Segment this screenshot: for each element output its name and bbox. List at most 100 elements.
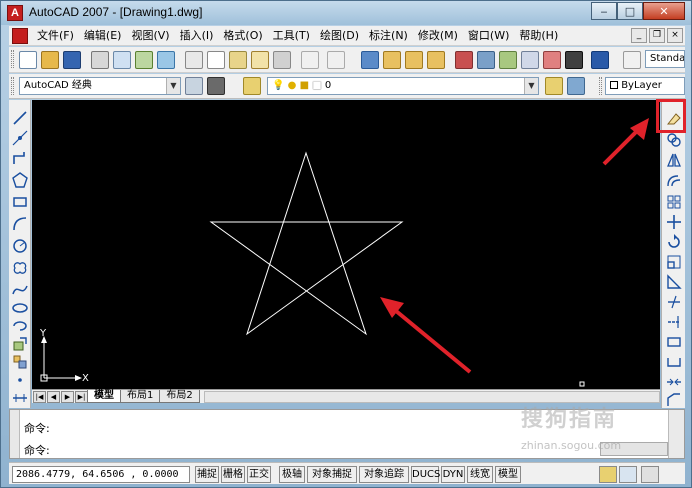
properties-icon[interactable] [455,51,473,69]
menu-edit[interactable]: 编辑(E) [79,27,127,45]
prev-tab-button[interactable]: ◀ [47,390,60,403]
layer-previous-icon[interactable] [567,77,585,95]
tab-layout2[interactable]: 布局2 [159,390,200,403]
snap-toggle[interactable]: 捕捉 [195,466,219,483]
dyn-toggle[interactable]: DYN [441,466,465,483]
model-toggle[interactable]: 模型 [495,466,521,483]
toolbar-grip[interactable] [11,77,14,95]
polyline-icon[interactable] [12,150,28,166]
maximize-button[interactable]: □ [617,2,643,20]
first-tab-button[interactable]: |◀ [33,390,46,403]
hatch-icon[interactable] [12,390,28,406]
point-icon[interactable] [12,372,28,388]
toolbar-grip[interactable] [11,50,14,68]
make-current-layer-icon[interactable] [545,77,563,95]
circle-icon[interactable] [12,238,28,254]
mdi-close-button[interactable]: × [667,28,683,43]
menu-dimension[interactable]: 标注(N) [364,27,413,45]
workspace-select[interactable]: AutoCAD 经典 ▼ [19,77,181,95]
polar-toggle[interactable]: 极轴 [279,466,305,483]
command-prompt[interactable]: 命令: [24,442,50,458]
mdi-minimize-button[interactable]: _ [631,28,647,43]
revision-cloud-icon[interactable] [12,260,28,276]
command-scrollbar-vertical[interactable] [668,410,684,458]
markup-icon[interactable] [543,51,561,69]
make-block-icon[interactable] [12,354,28,370]
menu-modify[interactable]: 修改(M) [413,27,463,45]
layer-select[interactable]: 💡 ● ■ ■ 0 ▼ [267,77,539,95]
tool-palettes-icon[interactable] [499,51,517,69]
drawing-canvas[interactable]: Y X [32,100,660,389]
command-window-grip[interactable] [10,410,20,458]
layer-manager-icon[interactable] [243,77,261,95]
array-icon[interactable] [666,194,682,210]
zoom-realtime-icon[interactable] [383,51,401,69]
calculator-icon[interactable] [565,51,583,69]
color-select[interactable]: ByLayer [605,77,685,95]
help-icon[interactable] [591,51,609,69]
rectangle-icon[interactable] [12,194,28,210]
sheet-set-icon[interactable] [521,51,539,69]
menu-format[interactable]: 格式(O) [218,27,267,45]
lock-icon[interactable] [599,466,617,483]
osnap-toggle[interactable]: 对象捕捉 [307,466,357,483]
document-icon[interactable] [12,27,28,44]
new-file-icon[interactable] [19,51,37,69]
polygon-icon[interactable] [12,172,28,188]
copy-icon[interactable] [207,51,225,69]
paste-icon[interactable] [229,51,247,69]
menu-window[interactable]: 窗口(W) [463,27,514,45]
ducs-toggle[interactable]: DUCS [411,466,440,483]
grid-toggle[interactable]: 栅格 [221,466,245,483]
tab-layout1[interactable]: 布局1 [120,390,161,403]
menu-insert[interactable]: 插入(I) [175,27,219,45]
spline-icon[interactable] [12,282,28,298]
save-icon[interactable] [63,51,81,69]
print-preview-icon[interactable] [113,51,131,69]
chevron-down-icon[interactable]: ▼ [524,78,538,94]
star-shape[interactable] [209,151,404,336]
workspace-settings-icon[interactable] [185,77,203,95]
3d-dwf-icon[interactable] [157,51,175,69]
arc-icon[interactable] [12,216,28,232]
ellipse-icon[interactable] [12,300,28,316]
chamfer-icon[interactable] [666,392,682,408]
line-icon[interactable] [12,110,28,126]
break-icon[interactable] [666,354,682,370]
tab-model[interactable]: 模型 [87,390,121,403]
menu-tools[interactable]: 工具(T) [268,27,315,45]
move-icon[interactable] [666,214,682,230]
mdi-restore-button[interactable]: ❐ [649,28,665,43]
publish-icon[interactable] [135,51,153,69]
my-workspace-icon[interactable] [207,77,225,95]
otrack-toggle[interactable]: 对象追踪 [359,466,409,483]
copy-object-icon[interactable] [666,132,682,148]
zoom-previous-icon[interactable] [427,51,445,69]
chevron-down-icon[interactable]: ▼ [166,78,180,94]
coordinate-readout[interactable]: 2086.4779, 64.6506 , 0.0000 [12,466,190,483]
menu-draw[interactable]: 绘图(D) [315,27,364,45]
lineweight-toggle[interactable]: 线宽 [467,466,493,483]
design-center-icon[interactable] [477,51,495,69]
scale-icon[interactable] [666,254,682,270]
mirror-icon[interactable] [666,152,682,168]
print-icon[interactable] [91,51,109,69]
break-at-point-icon[interactable] [666,334,682,350]
open-file-icon[interactable] [41,51,59,69]
undo-icon[interactable] [301,51,319,69]
communication-center-icon[interactable] [619,466,637,483]
rotate-icon[interactable] [666,234,682,250]
construction-line-icon[interactable] [12,130,28,146]
close-button[interactable]: ✕ [643,2,685,20]
block-editor-icon[interactable] [273,51,291,69]
pan-icon[interactable] [361,51,379,69]
zoom-window-icon[interactable] [405,51,423,69]
stretch-icon[interactable] [666,274,682,290]
cut-icon[interactable] [185,51,203,69]
menu-view[interactable]: 视图(V) [126,27,174,45]
ellipse-arc-icon[interactable] [12,318,28,334]
text-style-icon[interactable] [623,51,641,69]
menu-file[interactable]: 文件(F) [32,27,79,45]
trim-icon[interactable] [666,294,682,310]
redo-icon[interactable] [327,51,345,69]
